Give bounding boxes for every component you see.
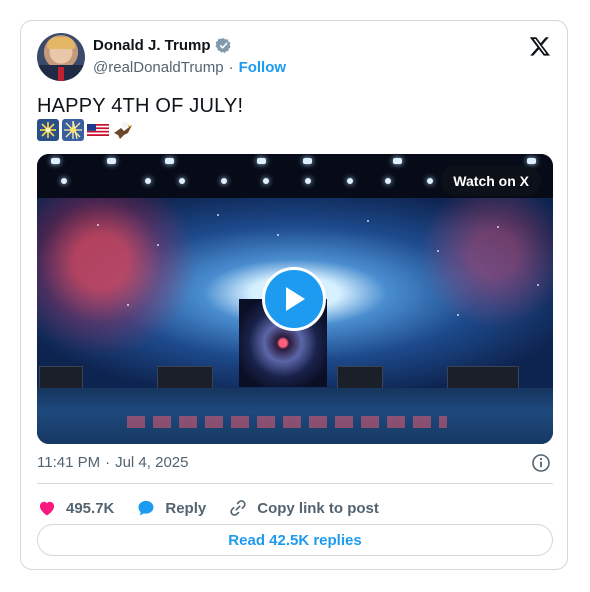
stage-light bbox=[385, 178, 391, 184]
like-count: 495.7K bbox=[66, 499, 115, 517]
firework-burst bbox=[417, 198, 553, 338]
time-separator: · bbox=[105, 454, 111, 471]
video-player[interactable]: Watch on X bbox=[37, 154, 553, 444]
stage-light bbox=[527, 158, 536, 164]
post-text: HAPPY 4TH OF JULY! bbox=[37, 95, 244, 117]
heart-icon bbox=[39, 501, 55, 516]
fireworks-icon bbox=[62, 119, 84, 141]
eagle-icon bbox=[112, 119, 134, 141]
handle-separator: · bbox=[228, 59, 234, 76]
stage-light bbox=[61, 178, 67, 184]
reply-button[interactable]: Reply bbox=[136, 498, 206, 518]
copy-link-button[interactable]: Copy link to post bbox=[228, 498, 379, 518]
stage-light bbox=[305, 178, 311, 184]
reply-bubble-icon bbox=[138, 500, 154, 516]
firework-burst bbox=[37, 198, 197, 358]
author-name-row: Donald J. Trump bbox=[93, 37, 232, 54]
stage-light bbox=[347, 178, 353, 184]
stage-light bbox=[221, 178, 227, 184]
reply-label: Reply bbox=[165, 499, 207, 517]
us-flag-icon bbox=[87, 119, 109, 141]
timestamp[interactable]: 11:41 PM · Jul 4, 2025 bbox=[37, 454, 188, 471]
copy-link-label: Copy link to post bbox=[257, 499, 379, 517]
play-icon bbox=[286, 287, 305, 311]
post-date: Jul 4, 2025 bbox=[115, 454, 189, 471]
author-handle[interactable]: @realDonaldTrump bbox=[93, 59, 224, 76]
floor-graphic bbox=[127, 416, 447, 428]
info-icon[interactable] bbox=[531, 453, 551, 473]
stage-light bbox=[179, 178, 185, 184]
stage-amp bbox=[337, 366, 383, 390]
post-time: 11:41 PM bbox=[37, 454, 101, 471]
verified-badge-icon bbox=[215, 37, 232, 54]
author-name[interactable]: Donald J. Trump bbox=[93, 37, 211, 54]
handle-row: @realDonaldTrump · Follow bbox=[93, 59, 286, 76]
divider bbox=[37, 483, 553, 484]
follow-button[interactable]: Follow bbox=[239, 59, 287, 76]
like-button[interactable]: 495.7K bbox=[37, 498, 114, 518]
stage-light bbox=[145, 178, 151, 184]
play-button[interactable] bbox=[262, 267, 326, 331]
stage-light bbox=[257, 158, 266, 164]
fireworks-sparkler-icon bbox=[37, 119, 59, 141]
stage-light bbox=[427, 178, 433, 184]
stage-amp bbox=[39, 366, 83, 390]
stage-light bbox=[393, 158, 402, 164]
read-replies-button[interactable]: Read 42.5K replies bbox=[37, 524, 553, 556]
stage-light bbox=[263, 178, 269, 184]
stage-amp bbox=[157, 366, 213, 390]
stage-light bbox=[165, 158, 174, 164]
link-icon bbox=[230, 500, 246, 516]
avatar[interactable] bbox=[37, 33, 85, 81]
post-card: Donald J. Trump @realDonaldTrump · Follo… bbox=[20, 20, 568, 570]
stage-light bbox=[303, 158, 312, 164]
x-logo-icon[interactable] bbox=[529, 35, 551, 57]
emoji-row bbox=[37, 119, 134, 141]
stage-light bbox=[51, 158, 60, 164]
watch-on-x-button[interactable]: Watch on X bbox=[441, 166, 541, 196]
stage-light bbox=[107, 158, 116, 164]
stage-amp bbox=[447, 366, 519, 390]
action-bar: 495.7K Reply Copy link to post bbox=[37, 493, 379, 523]
